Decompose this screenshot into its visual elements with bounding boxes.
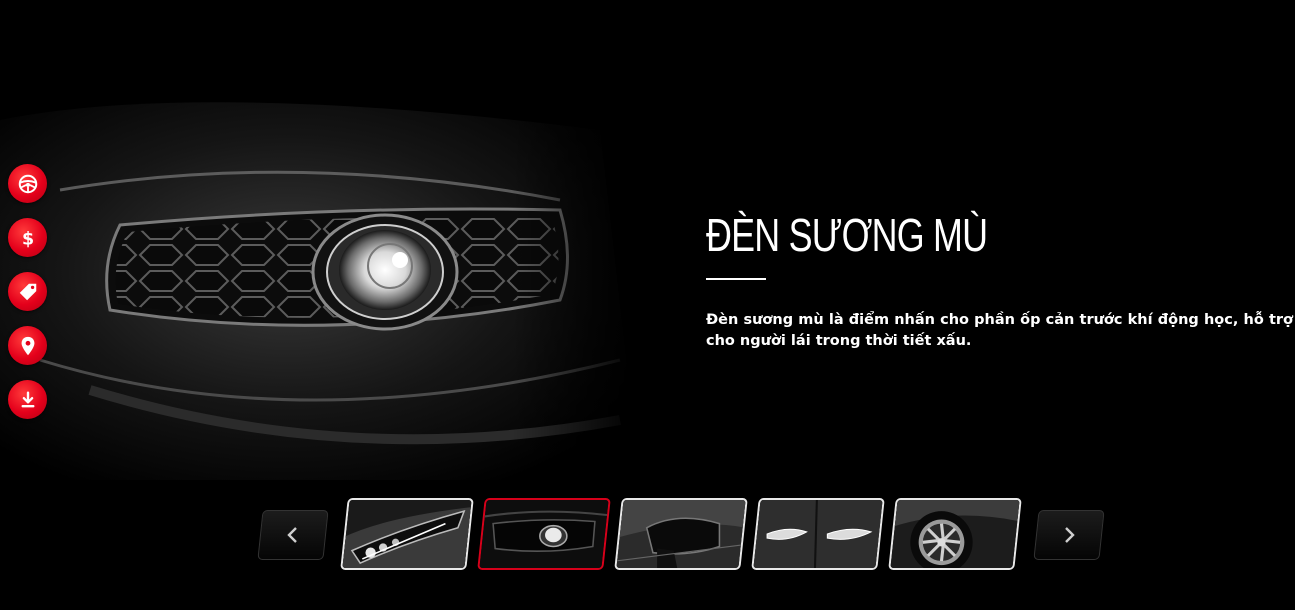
thumbnail-side-mirror[interactable] <box>614 498 748 570</box>
price-tag-icon <box>19 283 36 300</box>
carousel-prev-button[interactable] <box>257 510 329 560</box>
pricing-button[interactable]: $ <box>8 218 47 257</box>
chevron-right-icon <box>1065 527 1075 543</box>
dealer-location-button[interactable] <box>8 326 47 365</box>
feature-info: ĐÈN SƯƠNG MÙ Đèn sương mù là điểm nhấn c… <box>706 205 1295 352</box>
svg-text:$: $ <box>21 229 33 249</box>
brochure-download-button[interactable] <box>8 380 47 419</box>
title-divider <box>706 278 766 280</box>
test-drive-button[interactable] <box>8 164 47 203</box>
steering-wheel-icon <box>18 174 37 193</box>
thumbnail-alloy-wheel[interactable] <box>888 498 1022 570</box>
thumbnail-door-handles[interactable] <box>751 498 885 570</box>
chevron-left-icon <box>287 527 297 543</box>
carousel-next-button[interactable] <box>1033 510 1105 560</box>
feature-title: ĐÈN SƯƠNG MÙ <box>706 209 988 261</box>
promotion-button[interactable] <box>8 272 47 311</box>
feature-thumbnail-carousel <box>257 498 1105 570</box>
feature-slide: $ ĐÈN SƯƠNG MÙ Đèn sương mù là điểm nhấn… <box>0 0 1295 610</box>
dollar-icon: $ <box>21 229 33 249</box>
hero-fog-light-image <box>0 60 640 480</box>
side-action-rail: $ <box>8 164 47 419</box>
location-pin-icon <box>21 336 34 355</box>
thumbnail-headlight[interactable] <box>340 498 474 570</box>
thumbnail-fog-light[interactable] <box>477 498 611 570</box>
feature-description: Đèn sương mù là điểm nhấn cho phần ốp cả… <box>706 312 1293 349</box>
download-icon <box>21 390 34 407</box>
